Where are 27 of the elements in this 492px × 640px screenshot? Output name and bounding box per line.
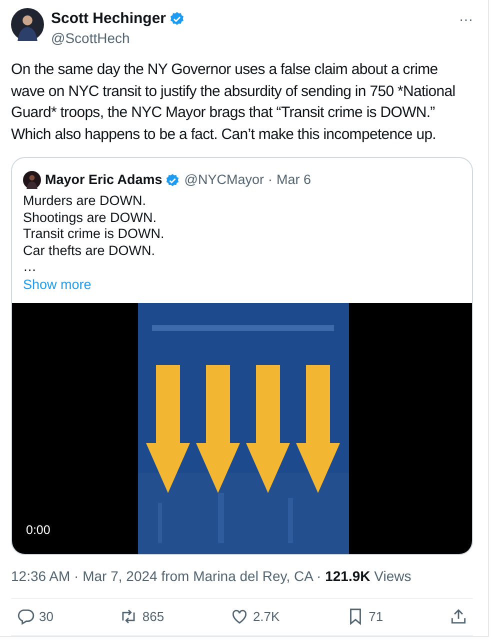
quoted-post[interactable]: Mayor Eric Adams @NYCMayor · Mar 6 Murders are DOWN. Shootings are DOWN. Transit crime is DOWN. Car thefts are DOWN. … Show more 0:00 [11,157,473,555]
quoted-text-line: Shootings are DOWN. [23,210,157,226]
quoted-post-date: Mar 6 [276,171,312,189]
avatar [23,171,41,190]
author-name[interactable]: Scott Hechinger [51,9,166,28]
speech-bubble-icon [16,607,35,626]
video-time: 0:00 [26,522,50,540]
quoted-author-name: Mayor Eric Adams [45,171,162,189]
post-metadata: 12:36 AM · Mar 7, 2024 from Marina del Rey, CA · 121.9K Views [11,566,412,585]
share-icon [448,607,468,626]
more-button[interactable]: ··· [459,12,473,26]
bookmark-button[interactable]: 71 [346,607,384,627]
avatar[interactable] [11,8,44,41]
video-player[interactable]: 0:00 [12,302,472,554]
repost-button[interactable]: 865 [119,607,164,627]
quoted-author-handle: @NYCMayor [184,171,264,189]
separator: · [268,171,273,189]
heart-button[interactable]: 2.7K [230,607,280,627]
quoted-text-line: Transit crime is DOWN. [23,226,164,243]
quoted-text-line: … [23,259,36,276]
quoted-text-line: Car thefts are DOWN. [23,242,156,260]
heart-icon [230,607,249,626]
share-button[interactable] [448,607,468,626]
post-text: On the same day the NY Governor uses a false claim about a crime wave on NYC transit to justify the absurdity of sending in 750 *National Guard* troops, the NYC Mayor brags that “Transit crime is DOWN.” Which also happens to be a fact. Can’t make this incompetence up. [11,60,456,144]
speech-bubble-button[interactable]: 30 [16,607,54,627]
quoted-text-line: Murders are DOWN. [23,193,146,210]
author-handle[interactable]: @ScottHech [51,29,186,47]
